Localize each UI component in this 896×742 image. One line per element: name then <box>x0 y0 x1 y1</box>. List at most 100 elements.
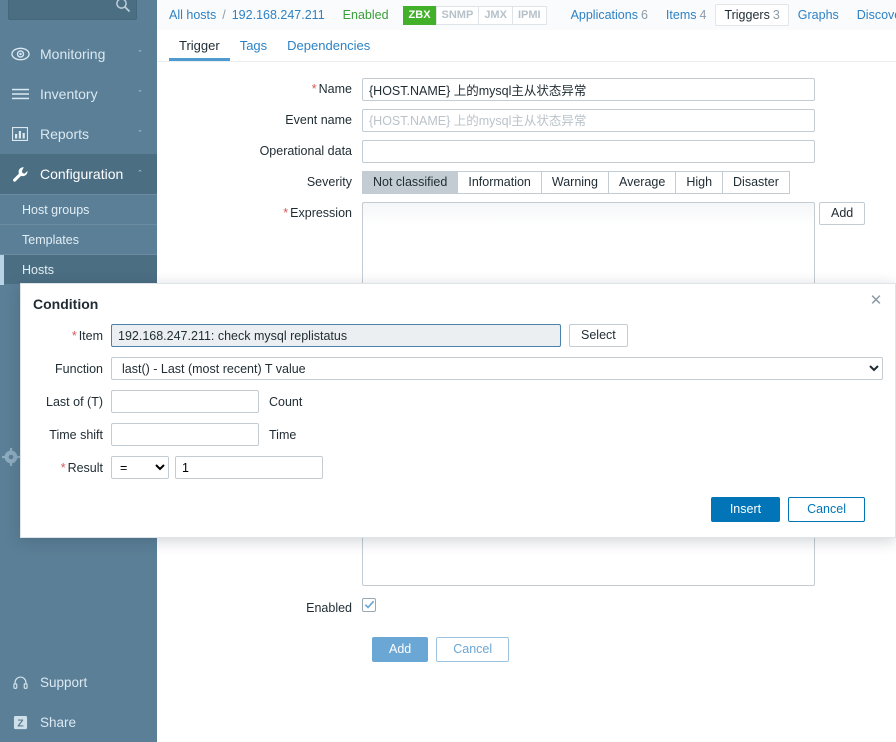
dialog-row-time-shift: Time shift Time <box>21 423 883 446</box>
search-input[interactable] <box>15 0 119 15</box>
sidebar-item-support[interactable]: Support <box>0 662 157 702</box>
sidebar-item-label: Reports <box>40 126 90 142</box>
close-icon[interactable]: ✕ <box>867 292 885 310</box>
add-button[interactable]: Add <box>372 637 429 662</box>
tab-tags[interactable]: Tags <box>230 34 277 61</box>
result-label: * Result <box>21 461 111 475</box>
severity-disaster[interactable]: Disaster <box>722 171 790 194</box>
nav-count: 6 <box>640 8 648 22</box>
nav-discovery-rules[interactable]: Discovery r <box>848 4 896 26</box>
breadcrumb-all-hosts[interactable]: All hosts <box>169 8 216 22</box>
nav-items[interactable]: Items 4 <box>657 4 716 26</box>
chevron-down-icon: ˇ <box>138 128 142 139</box>
sidebar-item-hosts[interactable]: Hosts <box>0 254 157 284</box>
nav-triggers[interactable]: Triggers 3 <box>715 4 789 26</box>
severity-not-classified[interactable]: Not classified <box>362 171 459 194</box>
expression-add-button[interactable]: Add <box>819 202 866 225</box>
dialog-header: Condition ✕ <box>21 284 895 324</box>
function-label: Function <box>55 361 103 376</box>
sidebar-bottom-label: Share <box>40 714 77 730</box>
function-select[interactable]: last() - Last (most recent) T value <box>111 357 883 380</box>
result-operator-select[interactable]: = <box>111 456 169 479</box>
nav-label: Triggers <box>724 8 770 22</box>
dialog-row-function: Function last() - Last (most recent) T v… <box>21 357 883 380</box>
severity-warning[interactable]: Warning <box>540 171 609 194</box>
dialog-title: Condition <box>33 296 99 312</box>
last-of-input[interactable] <box>111 390 259 413</box>
sidebar-item-share[interactable]: Z Share <box>0 702 157 742</box>
chevron-up-icon: ˆ <box>138 168 142 179</box>
item-input[interactable] <box>111 324 561 347</box>
severity-high[interactable]: High <box>675 171 724 194</box>
breadcrumb: All hosts / 192.168.247.211 Enabled ZBX … <box>157 0 896 30</box>
host-status-link[interactable]: Enabled <box>343 8 389 22</box>
host-nav: Applications 6 Items 4 Triggers 3 Graphs Di… <box>562 4 896 26</box>
cancel-button[interactable]: Cancel <box>436 637 510 662</box>
result-value-input[interactable] <box>175 456 323 479</box>
tag-ipmi: IPMI <box>511 5 547 25</box>
sidebar-item-label: Inventory <box>40 86 98 102</box>
enabled-checkbox[interactable] <box>362 597 376 612</box>
sidebar-bottom-label: Support <box>40 674 88 690</box>
severity-label: Severity <box>306 175 352 189</box>
nav-label: Items <box>665 8 697 22</box>
tab-bar: Trigger Tags Dependencies <box>157 30 896 62</box>
label-text: Result <box>67 460 103 475</box>
nav-label: Applications <box>570 8 638 22</box>
sidebar-item-templates[interactable]: Templates <box>0 224 157 254</box>
dialog-row-result: * Result = <box>21 456 883 479</box>
breadcrumb-host[interactable]: 192.168.247.211 <box>232 8 325 22</box>
search-box[interactable] <box>8 0 137 20</box>
nav-count: 3 <box>772 8 780 22</box>
event-name-label: Event name <box>285 113 352 127</box>
search-icon[interactable] <box>115 0 131 13</box>
operational-data-input[interactable] <box>362 140 815 163</box>
tab-label: Trigger <box>179 38 220 53</box>
item-select-button[interactable]: Select <box>569 324 628 347</box>
enabled-label: Enabled <box>306 601 352 615</box>
form-row-name: * Name <box>157 78 896 101</box>
breadcrumb-separator: / <box>222 8 226 22</box>
tab-label: Dependencies <box>287 38 371 53</box>
tab-trigger[interactable]: Trigger <box>169 34 230 61</box>
wrench-icon <box>8 164 32 184</box>
label-text: Item <box>78 328 103 343</box>
sidebar-item-inventory[interactable]: Inventory ˇ <box>0 74 157 114</box>
severity-selector: Not classified Information Warning Avera… <box>362 171 896 194</box>
dialog-actions: Insert Cancel <box>21 489 883 522</box>
required-marker: * <box>311 82 317 96</box>
expression-label: * Expression <box>157 202 362 224</box>
eye-icon <box>8 44 32 64</box>
time-shift-input[interactable] <box>111 423 259 446</box>
nav-graphs[interactable]: Graphs <box>789 4 848 26</box>
severity-information[interactable]: Information <box>457 171 542 194</box>
form-row-event-name: Event name <box>157 109 896 132</box>
chevron-down-icon: ˇ <box>138 88 142 99</box>
sidebar-item-reports[interactable]: Reports ˇ <box>0 114 157 154</box>
required-marker: * <box>60 460 66 475</box>
tab-dependencies[interactable]: Dependencies <box>277 34 380 61</box>
form-actions: Add Cancel <box>362 637 896 662</box>
sidebar-item-host-groups[interactable]: Host groups <box>0 194 157 224</box>
required-marker: * <box>71 328 77 343</box>
sidebar-item-configuration[interactable]: Configuration ˆ <box>0 154 157 194</box>
sidebar-subitem-label: Hosts <box>22 262 54 277</box>
dialog-row-last-of: Last of (T) Count <box>21 390 883 413</box>
time-shift-label: Time shift <box>49 427 103 442</box>
condition-dialog: Condition ✕ *Item Select Function last()… <box>20 283 896 538</box>
last-of-unit: Count <box>269 394 303 409</box>
nav-applications[interactable]: Applications 6 <box>562 4 657 26</box>
app-root: Monitoring ˇ Inventory ˇ Reports ˇ Confi… <box>0 0 896 742</box>
form-row-severity: Severity Not classified Information Warn… <box>157 171 896 194</box>
list-icon <box>8 84 32 104</box>
gear-icon[interactable] <box>2 448 20 466</box>
sidebar-item-monitoring[interactable]: Monitoring ˇ <box>0 34 157 74</box>
dialog-cancel-button[interactable]: Cancel <box>788 497 865 522</box>
severity-average[interactable]: Average <box>607 171 677 194</box>
chevron-down-icon: ˇ <box>138 48 142 59</box>
sidebar-item-label: Configuration <box>40 166 124 182</box>
name-input[interactable] <box>362 78 815 101</box>
insert-button[interactable]: Insert <box>710 497 781 522</box>
form-row-operational-data: Operational data <box>157 140 896 163</box>
event-name-input[interactable] <box>362 109 815 132</box>
